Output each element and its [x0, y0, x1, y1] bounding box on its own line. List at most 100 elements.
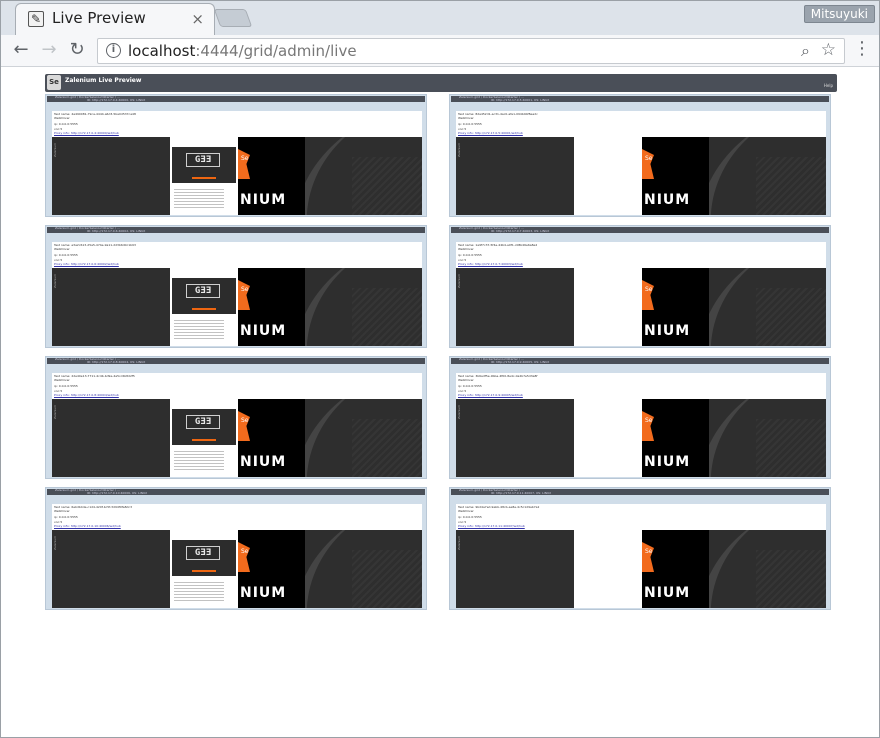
progress-bar [192, 177, 216, 179]
tile-title-bar: Zalenium-grid / DockerSeleniumStarter / … [47, 489, 425, 495]
remote-desktop: GƎƎ Se NIUM [574, 530, 709, 608]
tile-tabs: ScreenshotsConfiguration [460, 366, 517, 383]
remote-desktop: GƎƎ Se NIUM [574, 268, 709, 346]
browser-viewport: GƎƎ [574, 137, 642, 215]
tile-info: Test name: 2de40e13-7711-4c4b-bd9e-4a5cc… [52, 373, 422, 399]
browser-tab[interactable]: ✎ Live Preview × [15, 3, 215, 35]
zalenium-flame-icon [642, 411, 654, 441]
zoom-icon[interactable]: ⌕ [801, 41, 810, 61]
tile-info: Test name: 9bd4a7ed-9ebb-48cb-ae8e-4c5c1… [456, 504, 826, 530]
tile-subtitle: ID: http://172.17.0.9:40005, OS: LINUX [491, 360, 550, 364]
browser-viewport: GƎƎ [170, 137, 238, 215]
page-text-lines [174, 582, 224, 602]
proxy-link[interactable]: Proxy info: http://172.17.0.10:40006/wd/… [54, 524, 121, 528]
browser-name: WebDriver [458, 378, 474, 382]
zalenium-flame-icon [238, 542, 250, 572]
tile-tabs: ScreenshotsConfiguration [460, 497, 517, 514]
remote-desktop: GƎƎ Se NIUM [170, 268, 305, 346]
browser-toolbar: ← → ↻ i localhost:4444/grid/admin/live ⌕… [1, 35, 879, 67]
tile-subtitle: ID: http://172.17.0.5:40001, OS: LINUX [491, 98, 550, 102]
star-icon[interactable]: ☆ [821, 40, 836, 60]
preview-tile: Zalenium-grid / DockerSeleniumStarter / … [449, 356, 831, 479]
proxy-link[interactable]: Proxy info: http://172.17.0.8:40004/wd/h… [54, 393, 119, 397]
zalenium-splash: Se NIUM [238, 268, 305, 346]
live-screenshot[interactable]: Zalenium GƎƎ Se NIUM [456, 137, 826, 215]
grid-console-panel: GƎƎ [172, 278, 236, 314]
zalenium-flame-icon [642, 280, 654, 310]
live-screenshot[interactable]: Zalenium GƎƎ Se NIUM [456, 399, 826, 477]
browser-name: WebDriver [458, 247, 474, 251]
live-screenshot[interactable]: Zalenium GƎƎ Se NIUM [52, 399, 422, 477]
vertical-label: Zalenium [53, 404, 57, 419]
ip-address: ip: 0.0.0.0:5555 [54, 384, 78, 388]
proxy-link[interactable]: Proxy info: http://172.17.0.11:40007/wd/… [458, 524, 525, 528]
tile-subtitle: ID: http://172.17.0.7:40003, OS: LINUX [491, 229, 550, 233]
live-screenshot[interactable]: Zalenium GƎƎ Se NIUM [456, 268, 826, 346]
live-screenshot[interactable]: Zalenium GƎƎ Se NIUM [456, 530, 826, 608]
tab-close-icon[interactable]: × [191, 10, 204, 28]
forward-arrow-icon[interactable]: → [37, 38, 61, 62]
page-favicon-icon: ✎ [28, 11, 44, 27]
live-screenshot[interactable]: Zalenium GƎƎ Se NIUM [52, 530, 422, 608]
zalenium-splash: Se NIUM [642, 530, 709, 608]
tile-tabs: ScreenshotsConfiguration [460, 104, 517, 121]
browser-name: WebDriver [54, 116, 70, 120]
page-header: Se Zalenium Live Preview Help [45, 74, 837, 92]
preview-tile: Zalenium-grid / DockerSeleniumStarter / … [45, 94, 427, 217]
page-title: Zalenium Live Preview [65, 77, 142, 84]
se-mark-icon: Se [241, 286, 249, 293]
proxy-link[interactable]: Proxy info: http://172.17.0.7:40003/wd/h… [458, 262, 523, 266]
tile-subtitle: ID: http://172.17.0.10:40006, OS: LINUX [87, 491, 148, 495]
back-arrow-icon[interactable]: ← [9, 38, 33, 62]
splash-brand-text: NIUM [644, 192, 691, 208]
progress-bar [192, 439, 216, 441]
help-link[interactable]: Help [824, 83, 833, 88]
new-tab-button[interactable] [213, 9, 253, 27]
se-mark-icon: Se [645, 417, 653, 424]
proxy-link[interactable]: Proxy info: http://172.17.0.5:40001/wd/h… [458, 131, 523, 135]
proxy-link[interactable]: Proxy info: http://172.17.0.4:40000/wd/h… [54, 131, 119, 135]
tile-subtitle: ID: http://172.17.0.8:40004, OS: LINUX [87, 360, 146, 364]
proxy-link[interactable]: Proxy info: http://172.17.0.6:40002/wd/h… [54, 262, 119, 266]
tile-info: Test name: 1a9f7c37-5f4e-44b4-a0f1-c08b4… [456, 242, 826, 268]
address-bar[interactable]: i localhost:4444/grid/admin/live ⌕ ☆ [97, 38, 845, 64]
proxy-link[interactable]: Proxy info: http://172.17.0.9:40005/wd/h… [458, 393, 523, 397]
tile-info: Test name: 8da452d1-ac31-4ac0-afe1-094b4… [456, 111, 826, 137]
ip-address: ip: 0.0.0.0:5555 [458, 515, 482, 519]
vertical-label: Zalenium [457, 535, 461, 550]
page-text-lines [174, 189, 224, 209]
live-screenshot[interactable]: Zalenium GƎƎ Se NIUM [52, 268, 422, 346]
remote-desktop: GƎƎ Se NIUM [574, 137, 709, 215]
se-mark-icon: Se [241, 417, 249, 424]
zalenium-splash: Se NIUM [238, 399, 305, 477]
tile-title-bar: Zalenium-grid / DockerSeleniumStarter / … [47, 96, 425, 102]
splash-brand-text: NIUM [240, 585, 287, 601]
vertical-label: Zalenium [457, 273, 461, 288]
browser-viewport: GƎƎ [574, 399, 642, 477]
browser-viewport: GƎƎ [574, 530, 642, 608]
grid-logo: GƎƎ [186, 153, 220, 167]
vertical-label: Zalenium [457, 142, 461, 157]
splash-brand-text: NIUM [644, 323, 691, 339]
zalenium-flame-icon [238, 280, 250, 310]
profile-button[interactable]: Mitsuyuki [803, 5, 875, 23]
reload-icon[interactable]: ↻ [65, 38, 89, 62]
grid-logo: GƎƎ [186, 546, 220, 560]
live-screenshot[interactable]: Zalenium GƎƎ Se NIUM [52, 137, 422, 215]
info-icon[interactable]: i [106, 43, 121, 58]
menu-icon[interactable]: ⋮ [853, 38, 871, 59]
progress-bar [192, 570, 216, 572]
grid-console-panel: GƎƎ [172, 409, 236, 445]
zalenium-flame-icon [642, 542, 654, 572]
preview-tile: Zalenium-grid / DockerSeleniumStarter / … [45, 225, 427, 348]
browser-name: WebDriver [54, 378, 70, 382]
ip-address: ip: 0.0.0.0:5555 [458, 253, 482, 257]
se-mark-icon: Se [645, 155, 653, 162]
tile-title-bar: Zalenium-grid / DockerSeleniumStarter / … [451, 96, 829, 102]
url-text[interactable]: localhost:4444/grid/admin/live [128, 42, 357, 60]
selenium-logo: Se [47, 75, 61, 90]
browser-name: WebDriver [458, 116, 474, 120]
splash-brand-text: NIUM [240, 454, 287, 470]
vertical-label: Zalenium [457, 404, 461, 419]
zalenium-splash: Se NIUM [238, 530, 305, 608]
